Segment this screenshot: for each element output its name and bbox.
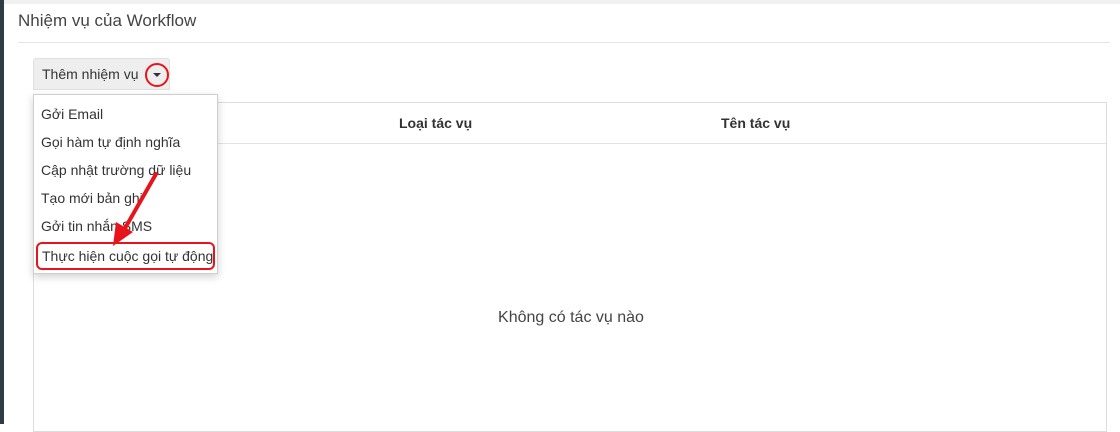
empty-state-message: Không có tác vụ nào [498, 309, 644, 326]
section-title: Nhiệm vụ của Workflow [18, 11, 197, 30]
title-divider [18, 42, 1110, 43]
add-task-label: Thêm nhiệm vụ [42, 66, 139, 82]
add-task-dropdown-menu: Gởi Email Gọi hàm tự định nghĩa Cập nhật… [33, 94, 218, 274]
caret-down-icon [153, 73, 161, 77]
menu-item-send-sms[interactable]: Gởi tin nhắn SMS [34, 212, 217, 240]
menu-item-send-email[interactable]: Gởi Email [34, 100, 217, 128]
menu-item-auto-call[interactable]: Thực hiện cuộc gọi tự động [36, 242, 215, 270]
top-strip [4, 0, 1120, 4]
dropdown-toggle-highlight[interactable] [145, 63, 169, 87]
column-header-task-name: Tên tác vụ [721, 115, 791, 131]
left-edge-bar [0, 0, 4, 424]
column-header-task-type: Loại tác vụ [399, 115, 473, 131]
menu-item-update-field[interactable]: Cập nhật trường dữ liệu [34, 156, 217, 184]
menu-item-call-custom-function[interactable]: Gọi hàm tự định nghĩa [34, 128, 217, 156]
menu-item-create-record[interactable]: Tạo mới bản ghi [34, 184, 217, 212]
